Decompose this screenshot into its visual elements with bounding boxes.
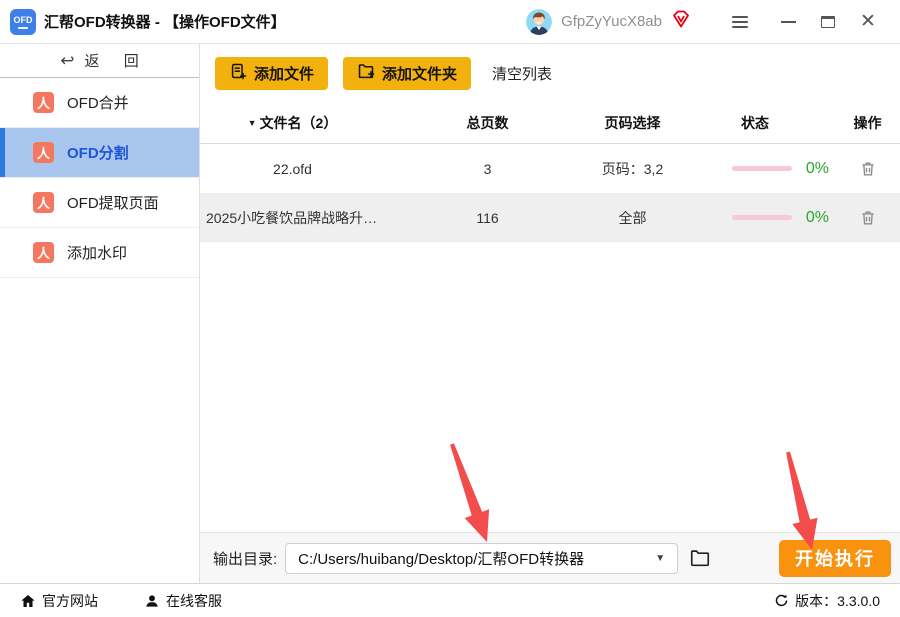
sidebar-item-ofd-extract-pages[interactable]: 人 OFD提取页面	[0, 178, 199, 228]
document-plus-icon	[229, 62, 247, 84]
sidebar-item-add-watermark[interactable]: 人 添加水印	[0, 228, 199, 278]
bottom-bar: 输出目录: C:/Users/huibang/Desktop/汇帮OFD转换器 …	[200, 532, 900, 583]
window-title: 汇帮OFD转换器 - 【操作OFD文件】	[44, 14, 286, 31]
sidebar-item-ofd-split[interactable]: 人 OFD分割	[0, 128, 199, 178]
add-file-label: 添加文件	[254, 65, 315, 83]
column-filename: 文件名（2）	[259, 114, 338, 131]
username: GfpZyYucX8ab	[561, 13, 662, 30]
app-window: OFD 汇帮OFD转换器 - 【操作OFD文件】 GfpZyYucX8ab ✕ …	[0, 0, 900, 617]
vip-badge-icon[interactable]	[670, 8, 692, 35]
trash-icon	[861, 161, 874, 176]
home-icon	[21, 594, 35, 607]
table-header: ▼ 文件名（2） 总页数 页码选择 状态 操作	[200, 102, 900, 144]
toolbar: 添加文件 添加文件夹 清空列表	[200, 44, 900, 102]
person-icon	[146, 594, 158, 607]
user-avatar[interactable]	[526, 8, 553, 35]
page-selection[interactable]: 全部	[590, 208, 675, 228]
table-row[interactable]: 22.ofd 3 页码：3,2 0%	[200, 144, 900, 193]
file-name: 22.ofd	[273, 160, 312, 177]
progress-bar	[731, 215, 792, 220]
maximize-button[interactable]	[808, 7, 848, 37]
page-selection[interactable]: 页码：3,2	[590, 159, 675, 179]
add-folder-label: 添加文件夹	[382, 65, 458, 83]
table-row[interactable]: 2025小吃餐饮品牌战略升级全案... 116 全部 0%	[200, 193, 900, 242]
progress-bar	[731, 166, 792, 171]
progress-percent: 0%	[805, 159, 829, 177]
sidebar-item-label: OFD分割	[67, 145, 129, 162]
file-name: 2025小吃餐饮品牌战略升级全案...	[206, 209, 385, 226]
add-folder-button[interactable]: 添加文件夹	[343, 56, 472, 90]
total-pages: 116	[476, 209, 499, 226]
title-bar: OFD 汇帮OFD转换器 - 【操作OFD文件】 GfpZyYucX8ab ✕	[0, 0, 900, 44]
sidebar: ↩ 返 回 人 OFD合并 人 OFD分割 人 OFD提取页面 人 添加水印	[0, 44, 200, 583]
version-label: 版本：3.3.0.0	[795, 592, 880, 609]
sidebar-item-ofd-merge[interactable]: 人 OFD合并	[0, 78, 199, 128]
column-status: 状态	[741, 114, 769, 131]
footer: 官方网站 在线客服 版本：3.3.0.0	[0, 583, 900, 617]
status-cell: 0%	[675, 209, 835, 227]
browse-folder-button[interactable]	[689, 547, 711, 569]
total-pages: 3	[483, 160, 492, 177]
online-service-link[interactable]: 在线客服	[144, 591, 222, 611]
back-label: 返 回	[84, 53, 149, 70]
main-panel: 添加文件 添加文件夹 清空列表 ▼ 文件名（2） 总页数 页码选择 状态 操作 …	[200, 44, 900, 583]
sidebar-item-label: OFD合并	[67, 95, 129, 112]
pdf-file-icon: 人	[33, 92, 54, 113]
column-total-pages: 总页数	[466, 114, 509, 131]
online-service-label: 在线客服	[166, 592, 222, 609]
add-file-button[interactable]: 添加文件	[215, 56, 329, 90]
pdf-file-icon: 人	[33, 142, 54, 163]
delete-row-button[interactable]	[835, 209, 900, 227]
pdf-file-icon: 人	[33, 192, 54, 213]
column-action: 操作	[853, 114, 882, 131]
chevron-down-icon: ▼	[655, 552, 666, 564]
progress-percent: 0%	[805, 208, 829, 226]
menu-button[interactable]	[720, 7, 760, 37]
clear-list-button[interactable]: 清空列表	[492, 63, 552, 84]
folder-plus-icon	[357, 62, 375, 84]
trash-icon	[861, 210, 874, 225]
sidebar-item-label: OFD提取页面	[67, 195, 159, 212]
start-execute-button[interactable]: 开始执行	[779, 539, 891, 577]
minimize-button[interactable]	[768, 7, 808, 37]
app-logo-icon: OFD	[10, 8, 36, 35]
close-button[interactable]: ✕	[848, 7, 888, 37]
output-dir-path: C:/Users/huibang/Desktop/汇帮OFD转换器	[298, 550, 585, 568]
pdf-file-icon: 人	[33, 242, 54, 263]
output-dir-label: 输出目录:	[213, 550, 278, 568]
app-logo-text: OFD	[13, 14, 33, 25]
column-page-select: 页码选择	[604, 114, 661, 131]
empty-area	[200, 242, 900, 532]
sidebar-item-label: 添加水印	[67, 245, 128, 262]
official-website-link[interactable]: 官方网站	[20, 591, 98, 611]
folder-icon	[691, 550, 710, 567]
refresh-icon[interactable]	[774, 593, 789, 608]
official-website-label: 官方网站	[42, 592, 98, 609]
back-button[interactable]: ↩ 返 回	[0, 44, 199, 78]
sort-desc-icon[interactable]: ▼	[248, 118, 257, 128]
delete-row-button[interactable]	[835, 160, 900, 178]
back-arrow-icon: ↩	[60, 50, 75, 70]
status-cell: 0%	[675, 160, 835, 178]
output-dir-select[interactable]: C:/Users/huibang/Desktop/汇帮OFD转换器 ▼	[285, 542, 679, 574]
